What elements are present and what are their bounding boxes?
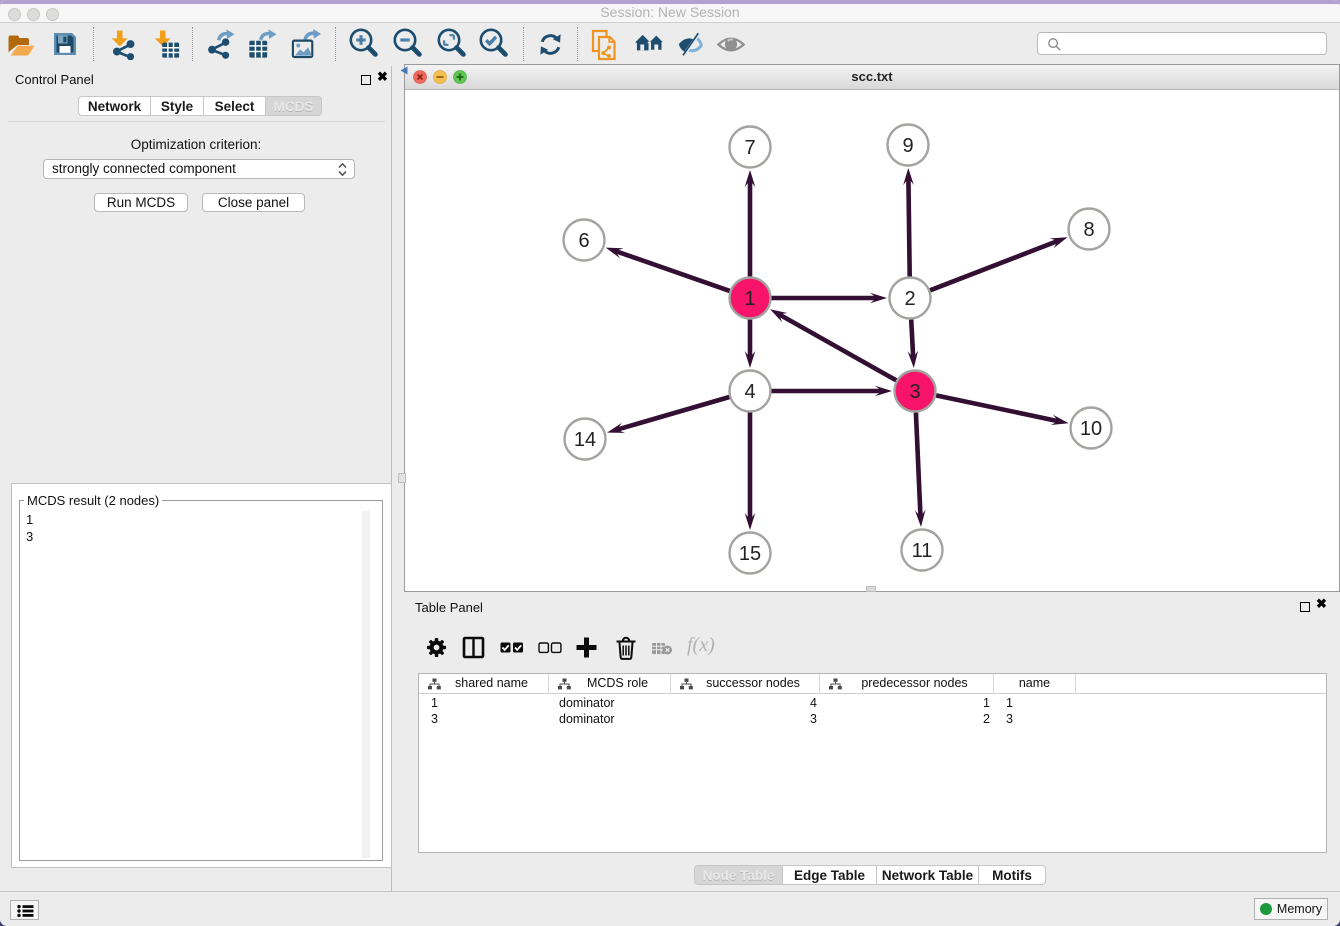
svg-text:7: 7 xyxy=(744,137,755,159)
svg-text:14: 14 xyxy=(574,429,596,451)
svg-text:3: 3 xyxy=(909,381,920,403)
svg-text:6: 6 xyxy=(578,230,589,252)
svg-text:8: 8 xyxy=(1083,219,1094,241)
svg-text:11: 11 xyxy=(912,540,933,562)
svg-text:1: 1 xyxy=(744,288,755,310)
svg-text:10: 10 xyxy=(1080,418,1102,440)
svg-text:2: 2 xyxy=(904,288,915,310)
svg-text:4: 4 xyxy=(744,381,755,403)
svg-text:15: 15 xyxy=(739,543,761,565)
svg-text:9: 9 xyxy=(902,135,913,157)
